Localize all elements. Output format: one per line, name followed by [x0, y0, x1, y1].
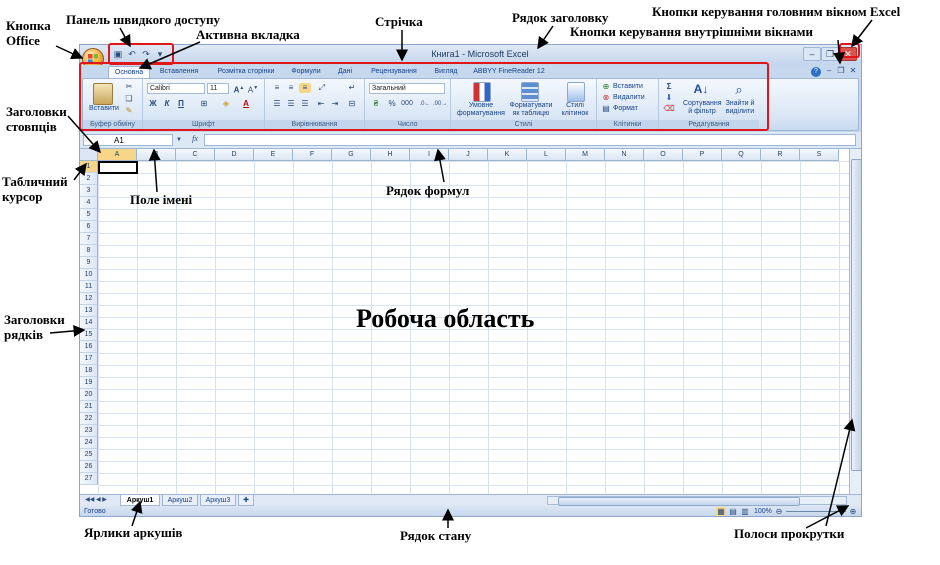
label-sheet-tabs: Ярлики аркушів [84, 525, 183, 540]
column-header-b[interactable]: B [137, 149, 176, 161]
fx-icon[interactable]: fx [188, 134, 202, 144]
label-scrollbars: Полоси прокрутки [734, 526, 845, 541]
inner-minimize-button[interactable]: – [824, 66, 834, 76]
row-header-1[interactable]: 1 [80, 161, 98, 173]
row-header-24[interactable]: 24 [80, 437, 98, 449]
label-work-area: Робоча область [356, 304, 535, 333]
zoom-slider[interactable] [786, 511, 846, 512]
row-header-25[interactable]: 25 [80, 449, 98, 461]
row-header-13[interactable]: 13 [80, 305, 98, 317]
row-header-18[interactable]: 18 [80, 365, 98, 377]
row-header-5[interactable]: 5 [80, 209, 98, 221]
vertical-scroll-thumb[interactable] [851, 159, 861, 471]
column-header-g[interactable]: G [332, 149, 371, 161]
minimize-button[interactable]: – [803, 47, 821, 61]
horizontal-scroll-thumb[interactable] [558, 497, 800, 506]
column-header-n[interactable]: N [605, 149, 644, 161]
new-sheet-icon[interactable]: ✚ [238, 495, 254, 506]
row-header-27[interactable]: 27 [80, 473, 98, 485]
label-status-bar: Рядок стану [400, 528, 472, 543]
column-header-l[interactable]: L [527, 149, 566, 161]
window-title: Книга1 - Microsoft Excel [431, 49, 529, 59]
page-layout-view-icon[interactable]: ▤ [728, 507, 738, 516]
row-header-4[interactable]: 4 [80, 197, 98, 209]
label-row-headers: Заголовки рядків [4, 312, 65, 342]
row-header-6[interactable]: 6 [80, 221, 98, 233]
select-all-corner[interactable] [80, 149, 98, 161]
column-header-m[interactable]: M [566, 149, 605, 161]
cell-cursor [98, 161, 138, 174]
label-main-controls: Кнопки керування головним вікном Excel [652, 4, 901, 19]
row-header-15[interactable]: 15 [80, 329, 98, 341]
column-header-f[interactable]: F [293, 149, 332, 161]
normal-view-icon[interactable]: ▦ [716, 507, 726, 516]
label-inner-controls: Кнопки керування внутрішніми вікнами [570, 24, 813, 39]
name-box[interactable]: A1 [83, 134, 173, 146]
column-header-s[interactable]: S [800, 149, 839, 161]
label-formula-bar: Рядок формул [386, 183, 470, 198]
status-ready: Готово [84, 508, 106, 515]
label-active-tab: Активна вкладка [196, 27, 300, 42]
zoom-level: 100% [754, 508, 772, 515]
column-header-i[interactable]: I [410, 149, 449, 161]
vertical-scrollbar[interactable] [849, 149, 861, 494]
inner-close-button[interactable]: ✕ [848, 66, 858, 76]
column-header-e[interactable]: E [254, 149, 293, 161]
row-header-26[interactable]: 26 [80, 461, 98, 473]
label-office-button: Кнопка Office [6, 18, 51, 48]
row-header-7[interactable]: 7 [80, 233, 98, 245]
horizontal-scrollbar[interactable] [547, 496, 847, 506]
formula-bar: A1 ▼ fx [80, 132, 861, 149]
row-header-10[interactable]: 10 [80, 269, 98, 281]
row-header-14[interactable]: 14 [80, 317, 98, 329]
label-ribbon: Стрічка [375, 14, 423, 29]
inner-restore-button[interactable]: ❐ [836, 66, 846, 76]
row-header-2[interactable]: 2 [80, 173, 98, 185]
sheet-tab-3[interactable]: Аркуш3 [200, 495, 236, 506]
column-header-r[interactable]: R [761, 149, 800, 161]
help-icon[interactable]: ? [811, 67, 821, 77]
ribbon-highlight [79, 62, 769, 131]
row-header-12[interactable]: 12 [80, 293, 98, 305]
row-header-23[interactable]: 23 [80, 425, 98, 437]
label-name-box: Поле імені [130, 192, 193, 207]
row-header-16[interactable]: 16 [80, 341, 98, 353]
page-break-view-icon[interactable]: ▥ [740, 507, 750, 516]
zoom-in-icon[interactable]: ⊕ [848, 507, 858, 516]
row-header-19[interactable]: 19 [80, 377, 98, 389]
column-header-a[interactable]: A [98, 149, 137, 161]
row-header-21[interactable]: 21 [80, 401, 98, 413]
column-header-j[interactable]: J [449, 149, 488, 161]
label-qat: Панель швидкого доступу [66, 12, 221, 27]
formula-input[interactable] [204, 134, 856, 146]
column-header-h[interactable]: H [371, 149, 410, 161]
sheet-tab-2[interactable]: Аркуш2 [162, 495, 198, 506]
column-header-k[interactable]: K [488, 149, 527, 161]
chevron-down-icon[interactable]: ▼ [175, 135, 183, 145]
status-bar: Готово ▦ ▤ ▥ 100% ⊖ ⊕ [80, 506, 861, 516]
row-header-11[interactable]: 11 [80, 281, 98, 293]
sheet-tab-1[interactable]: Аркуш1 [120, 495, 160, 506]
row-header-17[interactable]: 17 [80, 353, 98, 365]
column-header-p[interactable]: P [683, 149, 722, 161]
label-title-bar: Рядок заголовку [512, 10, 609, 25]
row-header-20[interactable]: 20 [80, 389, 98, 401]
close-highlight [839, 43, 860, 58]
zoom-out-icon[interactable]: ⊖ [774, 507, 784, 516]
label-column-headers: Заголовки стовпців [6, 104, 67, 134]
row-header-3[interactable]: 3 [80, 185, 98, 197]
column-header-o[interactable]: O [644, 149, 683, 161]
row-header-8[interactable]: 8 [80, 245, 98, 257]
column-header-q[interactable]: Q [722, 149, 761, 161]
row-header-9[interactable]: 9 [80, 257, 98, 269]
row-header-22[interactable]: 22 [80, 413, 98, 425]
column-header-d[interactable]: D [215, 149, 254, 161]
column-header-c[interactable]: C [176, 149, 215, 161]
label-cell-cursor: Табличний курсор [2, 174, 68, 204]
restore-button[interactable]: ❐ [821, 47, 839, 61]
